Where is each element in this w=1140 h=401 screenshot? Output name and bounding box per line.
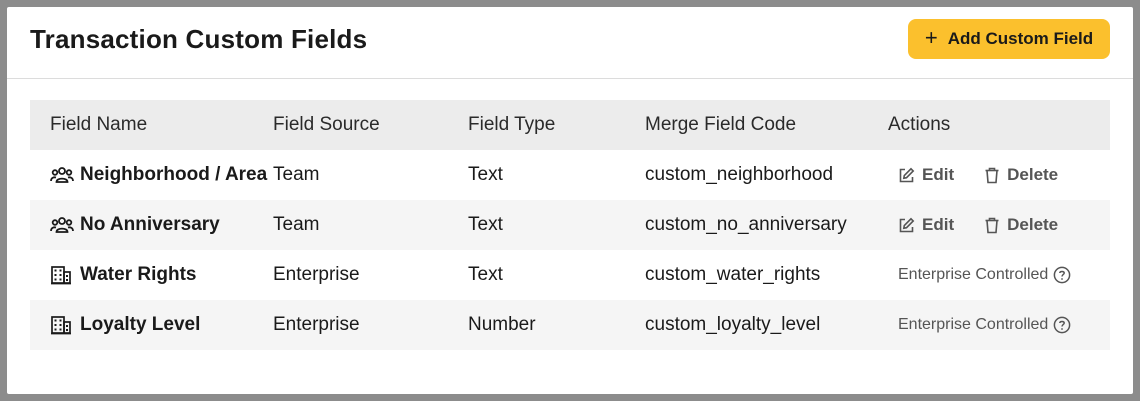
field-source: Team <box>273 164 320 185</box>
field-name: Loyalty Level <box>80 314 201 335</box>
field-source: Enterprise <box>273 314 360 335</box>
enterprise-controlled-label: Enterprise Controlled <box>898 266 1049 283</box>
delete-button[interactable]: Delete <box>984 165 1058 185</box>
edit-icon <box>899 167 915 182</box>
delete-label: Delete <box>1007 165 1059 184</box>
field-source: Enterprise <box>273 264 360 285</box>
add-custom-field-label: Add Custom Field <box>947 29 1094 48</box>
trash-icon <box>985 167 999 183</box>
question-circle-icon[interactable] <box>1053 316 1071 334</box>
table-row: Neighborhood / Area Team Text custom_nei… <box>30 150 1110 200</box>
field-type: Text <box>468 164 503 185</box>
team-icon <box>50 165 74 185</box>
merge-field-code: custom_neighborhood <box>645 164 834 185</box>
panel-header: Transaction Custom Fields + Add Custom F… <box>7 7 1133 79</box>
column-header-field-source: Field Source <box>273 114 380 135</box>
column-header-field-name: Field Name <box>50 114 148 135</box>
building-icon <box>50 315 74 335</box>
field-name: No Anniversary <box>80 214 220 235</box>
building-icon <box>50 265 74 285</box>
team-icon <box>50 215 74 235</box>
column-header-merge-field-code: Merge Field Code <box>645 114 797 135</box>
plus-icon: + <box>924 25 938 50</box>
edit-button[interactable]: Edit <box>898 215 954 235</box>
column-header-field-type: Field Type <box>468 114 556 135</box>
enterprise-controlled-note: Enterprise Controlled <box>898 316 1071 334</box>
delete-label: Delete <box>1007 215 1059 234</box>
field-type: Text <box>468 214 503 235</box>
custom-fields-table: Field Name Field Source Field Type Merge… <box>30 100 1110 350</box>
merge-field-code: custom_no_anniversary <box>645 214 847 235</box>
edit-button[interactable]: Edit <box>898 165 954 185</box>
table-header-row: Field Name Field Source Field Type Merge… <box>30 100 1110 150</box>
merge-field-code: custom_loyalty_level <box>645 314 821 335</box>
field-name: Neighborhood / Area <box>80 164 268 185</box>
custom-fields-panel: Transaction Custom Fields + Add Custom F… <box>7 7 1133 394</box>
edit-label: Edit <box>922 165 955 184</box>
add-custom-field-button[interactable]: + Add Custom Field <box>908 19 1110 59</box>
column-header-actions: Actions <box>888 114 951 135</box>
delete-button[interactable]: Delete <box>984 215 1058 235</box>
page-title: Transaction Custom Fields <box>30 24 368 54</box>
question-circle-icon[interactable] <box>1053 266 1071 284</box>
enterprise-controlled-label: Enterprise Controlled <box>898 316 1049 333</box>
edit-label: Edit <box>922 215 955 234</box>
edit-icon <box>899 217 915 232</box>
field-name: Water Rights <box>80 264 197 285</box>
table-row: No Anniversary Team Text custom_no_anniv… <box>30 200 1110 250</box>
trash-icon <box>985 217 999 233</box>
field-type: Number <box>468 314 536 335</box>
table-row: Water Rights Enterprise Text custom_wate… <box>30 250 1110 300</box>
enterprise-controlled-note: Enterprise Controlled <box>898 266 1071 284</box>
field-type: Text <box>468 264 503 285</box>
merge-field-code: custom_water_rights <box>645 264 821 285</box>
field-source: Team <box>273 214 320 235</box>
table-row: Loyalty Level Enterprise Number custom_l… <box>30 300 1110 350</box>
